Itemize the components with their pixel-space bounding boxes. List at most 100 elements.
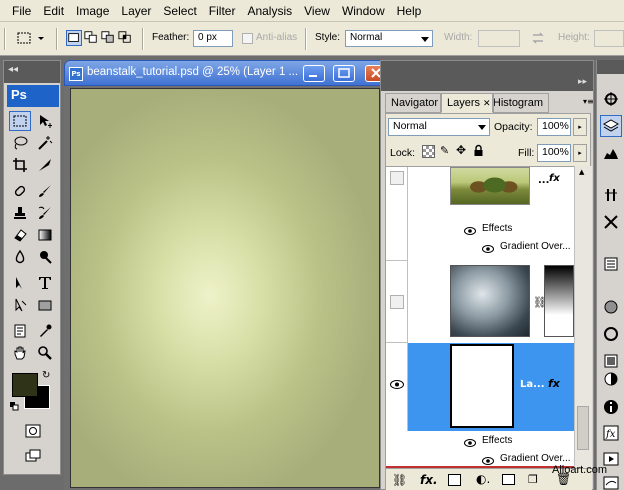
default-colors-icon[interactable] (10, 401, 19, 411)
lock-all-icon[interactable] (473, 144, 484, 157)
photoshop-logo[interactable]: Ps (7, 85, 59, 107)
blend-mode-select[interactable]: Normal (388, 118, 490, 136)
menu-edit[interactable]: Edit (37, 0, 70, 22)
visibility-box[interactable] (390, 171, 404, 185)
fx-icon[interactable]: fx (549, 173, 560, 184)
adjustments-panel-icon[interactable] (600, 368, 622, 390)
menu-layer[interactable]: Layer (115, 0, 157, 22)
swap-colors-icon[interactable]: ↻ (42, 370, 50, 381)
lasso-tool-icon[interactable] (9, 133, 31, 153)
healing-brush-icon[interactable] (9, 181, 31, 201)
document-canvas[interactable] (70, 88, 380, 488)
eye-icon[interactable] (390, 380, 404, 392)
hand-tool-icon[interactable] (9, 343, 31, 363)
histogram-panel-icon[interactable] (600, 142, 622, 164)
layers-scrollbar[interactable]: ▲ (574, 166, 592, 468)
magic-wand-icon[interactable] (34, 133, 56, 153)
screen-mode-icon[interactable] (22, 446, 44, 466)
eraser-tool-icon[interactable] (9, 225, 31, 245)
color-panel-icon[interactable] (600, 296, 622, 318)
history-brush-icon[interactable] (34, 203, 56, 223)
brush-tool-icon[interactable] (34, 181, 56, 201)
swatches-panel-icon[interactable] (600, 323, 622, 345)
scroll-thumb[interactable] (577, 406, 589, 450)
fx-icon[interactable]: fx (548, 377, 560, 390)
layer-thumbnail[interactable] (450, 265, 530, 337)
menu-view[interactable]: View (298, 0, 336, 22)
add-mask-icon[interactable] (448, 474, 461, 486)
tools-panel-icon[interactable] (600, 211, 622, 233)
marquee-preset-icon[interactable] (16, 30, 32, 46)
menu-select[interactable]: Select (157, 0, 202, 22)
lock-position-icon[interactable]: ✥ (456, 143, 466, 157)
panel-dock-header[interactable]: ▸▸ (381, 61, 593, 91)
document-titlebar[interactable]: Ps beanstalk_tutorial.psd @ 25% (Layer 1… (64, 60, 400, 86)
add-selection-icon[interactable] (84, 30, 100, 46)
minimize-button[interactable] (303, 65, 325, 82)
quick-mask-icon[interactable] (22, 421, 44, 441)
layer-visibility-toggle[interactable] (386, 261, 408, 343)
notes-tool-icon[interactable] (9, 321, 31, 341)
foreground-color-swatch[interactable] (12, 373, 38, 397)
fx-panel-icon[interactable]: fx (600, 422, 622, 444)
layer-thumbnail[interactable] (450, 167, 530, 205)
effect-gradient-overlay[interactable]: Gradient Over... (500, 453, 571, 464)
pen-tool-icon[interactable] (9, 295, 31, 315)
eyedropper-tool-icon[interactable] (34, 321, 56, 341)
tab-layers[interactable]: Layers ✕ (441, 93, 493, 113)
menu-help[interactable]: Help (391, 0, 428, 22)
layer-visibility-toggle[interactable] (386, 167, 408, 261)
intersect-selection-icon[interactable] (118, 30, 134, 46)
menu-filter[interactable]: Filter (203, 0, 242, 22)
style-select[interactable]: Normal (345, 30, 433, 47)
antialias-checkbox[interactable] (242, 33, 253, 44)
effects-label[interactable]: Effects (482, 435, 512, 446)
menu-file[interactable]: File (6, 0, 37, 22)
toolbox-header[interactable]: ◂◂ (4, 61, 60, 83)
dock-header[interactable] (597, 60, 624, 74)
move-tool-icon[interactable] (34, 111, 56, 131)
opacity-input[interactable]: 100% (537, 118, 571, 136)
width-input[interactable] (478, 30, 520, 47)
menu-window[interactable]: Window (336, 0, 391, 22)
layers-panel-icon[interactable] (600, 115, 622, 137)
menu-analysis[interactable]: Analysis (241, 0, 298, 22)
fill-arrow-icon[interactable]: ▸ (573, 144, 587, 162)
slice-tool-icon[interactable] (34, 155, 56, 175)
clone-stamp-icon[interactable] (9, 203, 31, 223)
menu-image[interactable]: Image (70, 0, 115, 22)
panel-menu-icon[interactable]: ▾≡ (583, 97, 594, 106)
link-layers-icon[interactable]: ⛓ (392, 473, 407, 487)
tab-histogram[interactable]: Histogram (493, 93, 549, 113)
subtract-selection-icon[interactable] (101, 30, 117, 46)
height-input[interactable] (594, 30, 624, 47)
close-tab-icon[interactable]: ✕ (483, 98, 491, 108)
info-circle-icon[interactable] (600, 396, 622, 418)
dodge-tool-icon[interactable] (34, 247, 56, 267)
visibility-box[interactable] (390, 295, 404, 309)
maximize-button[interactable] (333, 65, 355, 82)
path-selection-icon[interactable] (9, 273, 31, 293)
effects-label[interactable]: Effects (482, 223, 512, 234)
gradient-tool-icon[interactable] (34, 225, 56, 245)
collapse-icon[interactable]: ▸▸ (578, 77, 587, 87)
opacity-arrow-icon[interactable]: ▸ (573, 118, 587, 136)
type-tool-icon[interactable] (34, 273, 56, 293)
effect-gradient-overlay[interactable]: Gradient Over... (500, 241, 571, 252)
crop-tool-icon[interactable] (9, 155, 31, 175)
feather-input[interactable]: 0 px (193, 30, 233, 47)
new-layer-icon[interactable]: ❐ (528, 473, 538, 486)
rectangle-tool-icon[interactable] (34, 295, 56, 315)
adjustment-layer-icon[interactable]: ◐. (476, 472, 490, 486)
new-group-icon[interactable] (502, 474, 515, 485)
info-panel-icon[interactable] (600, 184, 622, 206)
new-selection-icon[interactable] (66, 30, 82, 46)
lock-pixels-icon[interactable]: ✎ (440, 144, 449, 157)
swap-arrows-icon[interactable] (530, 30, 546, 46)
chevron-down-icon[interactable] (36, 30, 46, 46)
layer-visibility-toggle[interactable] (386, 343, 408, 431)
scroll-up-icon[interactable]: ▲ (579, 168, 584, 176)
actions-panel-icon[interactable] (600, 253, 622, 275)
blur-tool-icon[interactable] (9, 247, 31, 267)
add-style-icon[interactable]: fx. (420, 473, 438, 487)
